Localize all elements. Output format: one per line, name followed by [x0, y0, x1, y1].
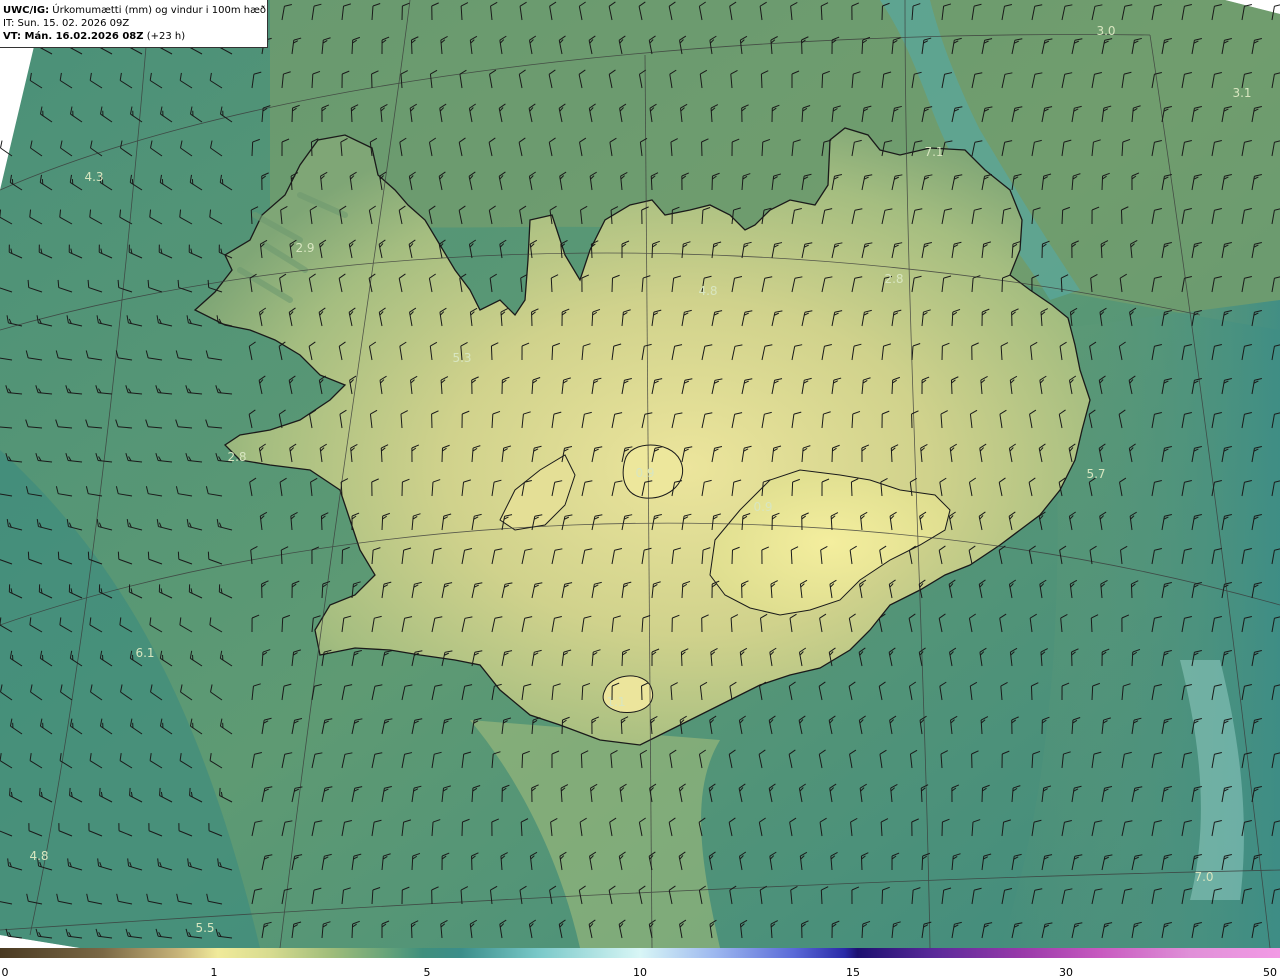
init-time: IT: Sun. 15. 02. 2026 09Z: [3, 17, 267, 30]
colorbar-tick: 5: [424, 966, 431, 979]
value-label: 2.8: [884, 272, 903, 286]
value-label: 5.7: [1086, 467, 1105, 481]
value-label: 2.9: [295, 241, 314, 255]
value-label: 5.3: [452, 351, 471, 365]
valid-time-line: VT: Mán. 16.02.2026 08Z (+23 h): [3, 30, 267, 43]
title-line: UWC/IG: Úrkomumætti (mm) og vindur i 100…: [3, 4, 267, 17]
lead-time: (+23 h): [147, 31, 185, 42]
forecast-info-box: UWC/IG: Úrkomumætti (mm) og vindur i 100…: [0, 0, 268, 48]
value-label: 5.5: [195, 921, 214, 935]
value-label: 3.0: [1096, 24, 1115, 38]
colorbar-legend: 0 1 5 10 15 30 50: [0, 948, 1280, 978]
value-label: 7.1: [924, 145, 943, 159]
forecast-map[interactable]: 3.0 3.1 4.3 2.9 7.1 2.8 4.8 5.3 2.8 0.9 …: [0, 0, 1280, 948]
colorbar-tick: 50: [1263, 966, 1277, 979]
colorbar-tick: 0: [2, 966, 9, 979]
colorbar-tick: 1: [211, 966, 218, 979]
value-label: 1.1: [606, 695, 625, 709]
value-label: 2.8: [227, 450, 246, 464]
product-label: UWC/IG:: [3, 5, 49, 16]
value-label: 3.1: [1232, 86, 1251, 100]
value-label: 7.0: [1194, 870, 1213, 884]
value-label: 4.8: [29, 849, 48, 863]
valid-time: VT: Mán. 16.02.2026 08Z: [3, 31, 144, 42]
colorbar-tick: 30: [1059, 966, 1073, 979]
product-description: Úrkomumætti (mm) og vindur i 100m hæð: [52, 5, 266, 16]
value-label: 0.9: [635, 466, 654, 480]
value-label: 0.9: [753, 500, 772, 514]
colorbar-tick: 15: [846, 966, 860, 979]
colorbar-tick: 10: [633, 966, 647, 979]
value-label: 6.1: [135, 646, 154, 660]
value-label: 4.8: [698, 284, 717, 298]
value-label: 4.3: [84, 170, 103, 184]
colorbar-strip: [0, 948, 1280, 958]
